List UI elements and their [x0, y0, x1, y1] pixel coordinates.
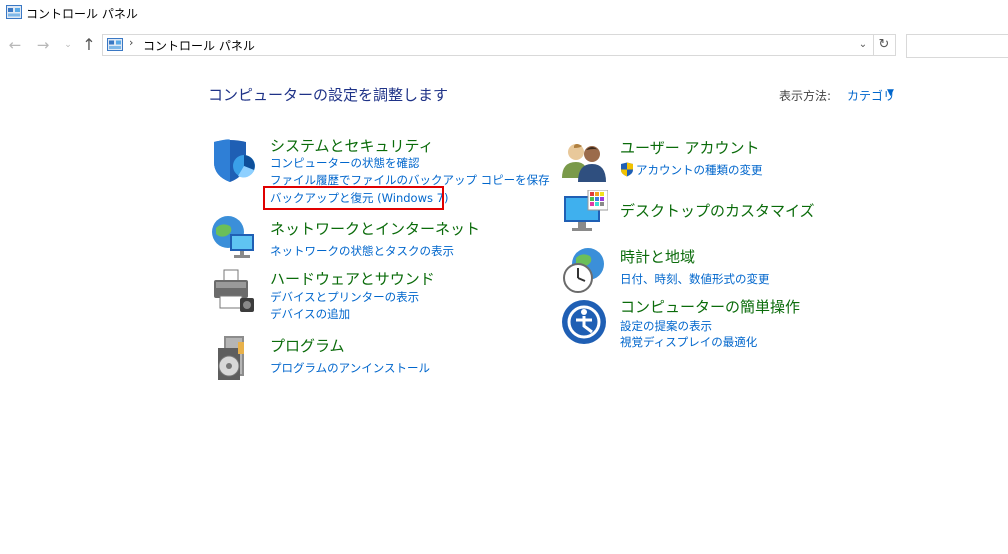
- uac-shield-icon: [621, 162, 633, 177]
- control-panel-icon: [6, 5, 22, 19]
- title-bar: コントロール パネル: [0, 0, 1008, 28]
- link-network-status-tasks[interactable]: ネットワークの状態とタスクの表示: [270, 243, 454, 259]
- clock-globe-icon[interactable]: [560, 246, 608, 294]
- recent-locations-chevron-icon[interactable]: ⌄: [62, 35, 74, 55]
- link-devices-printers[interactable]: デバイスとプリンターの表示: [270, 289, 419, 305]
- address-bar[interactable]: › コントロール パネル › ⌄ ↻: [102, 34, 896, 56]
- link-check-computer-status[interactable]: コンピューターの状態を確認: [270, 155, 420, 171]
- category-title-network-internet[interactable]: ネットワークとインターネット: [270, 218, 480, 239]
- dropdown-caret-icon[interactable]: ▼: [887, 88, 894, 98]
- back-arrow-icon[interactable]: ←: [6, 35, 24, 55]
- category-title-system-security[interactable]: システムとセキュリティ: [270, 135, 434, 156]
- programs-icon[interactable]: [210, 334, 258, 382]
- address-dropdown-icon[interactable]: ⌄: [855, 36, 871, 54]
- category-title-hardware-sound[interactable]: ハードウェアとサウンド: [270, 268, 435, 289]
- category-title-ease-of-access[interactable]: コンピューターの簡単操作: [620, 296, 800, 317]
- forward-arrow-icon[interactable]: →: [34, 35, 52, 55]
- window-title: コントロール パネル: [26, 7, 138, 21]
- link-let-windows-suggest-settings[interactable]: 設定の提案の表示: [620, 318, 712, 334]
- desktop-icon[interactable]: [560, 190, 608, 238]
- control-panel-icon: [107, 38, 123, 51]
- breadcrumb-separator-icon[interactable]: ›: [129, 36, 133, 49]
- category-title-programs[interactable]: プログラム: [270, 335, 345, 356]
- breadcrumb-separator-icon[interactable]: ›: [235, 36, 239, 49]
- printer-icon[interactable]: [210, 268, 258, 316]
- link-add-device[interactable]: デバイスの追加: [270, 306, 350, 322]
- search-input[interactable]: [906, 34, 1008, 58]
- view-by-label: 表示方法:: [779, 89, 832, 103]
- accessibility-icon[interactable]: [560, 298, 608, 346]
- page-title: コンピューターの設定を調整します: [208, 86, 449, 104]
- category-title-user-accounts[interactable]: ユーザー アカウント: [620, 137, 759, 158]
- up-arrow-icon[interactable]: ↑: [80, 35, 98, 55]
- shield-icon[interactable]: [210, 136, 258, 184]
- highlight-annotation-box: [263, 186, 444, 210]
- link-change-account-type[interactable]: アカウントの種類の変更: [636, 162, 763, 178]
- category-title-clock-region[interactable]: 時計と地域: [620, 246, 695, 267]
- link-optimize-visual-display[interactable]: 視覚ディスプレイの最適化: [620, 334, 757, 350]
- link-change-date-time-format[interactable]: 日付、時刻、数値形式の変更: [620, 271, 770, 287]
- refresh-icon[interactable]: ↻: [876, 36, 892, 54]
- link-uninstall-program[interactable]: プログラムのアンインストール: [270, 360, 430, 376]
- navigation-bar: ← → ⌄ ↑ › コントロール パネル › ⌄ ↻: [0, 30, 1008, 60]
- users-icon[interactable]: [560, 138, 608, 186]
- category-title-desktop-customization[interactable]: デスクトップのカスタマイズ: [620, 200, 815, 221]
- network-icon[interactable]: [210, 214, 258, 262]
- address-divider: [873, 35, 874, 55]
